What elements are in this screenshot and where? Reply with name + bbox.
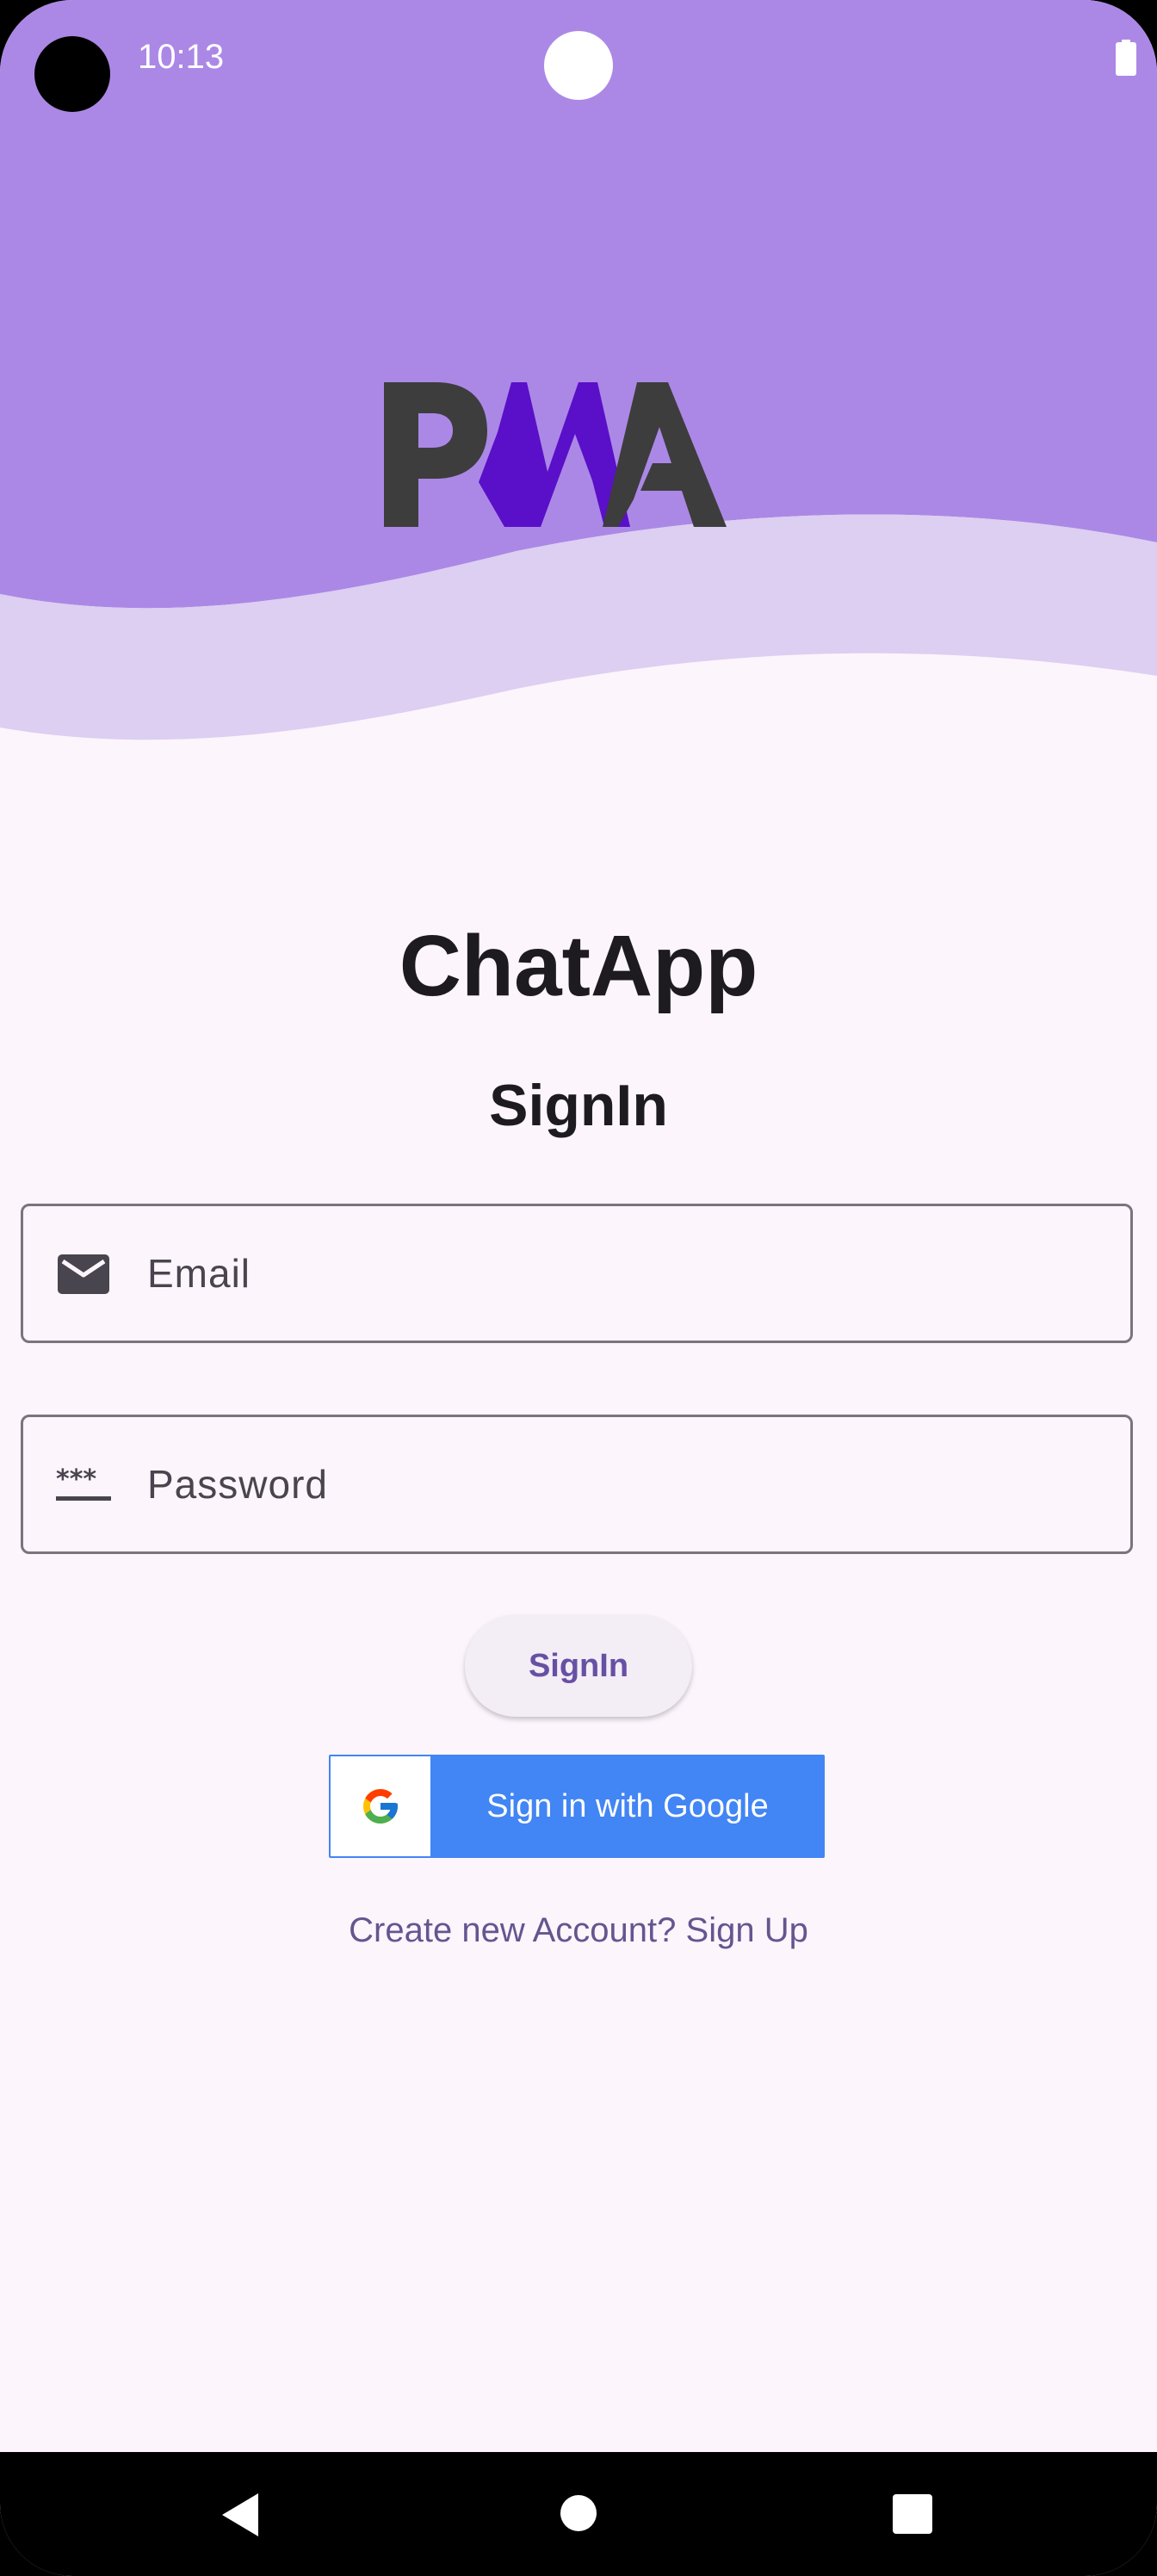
google-logo-box xyxy=(331,1756,430,1856)
password-icon: *** xyxy=(56,1464,111,1501)
home-icon[interactable] xyxy=(560,2495,597,2531)
back-icon[interactable] xyxy=(220,2492,260,2538)
status-time: 10:13 xyxy=(138,38,225,76)
app-screen: 10:13 ChatApp SignIn Email *** Password … xyxy=(0,0,1157,2576)
camera-cutout xyxy=(544,31,613,100)
mail-icon xyxy=(58,1254,109,1294)
pwa-logo xyxy=(384,382,727,527)
battery-icon xyxy=(1116,40,1136,76)
google-signin-label: Sign in with Google xyxy=(486,1787,769,1824)
email-placeholder: Email xyxy=(147,1251,251,1296)
svg-text:***: *** xyxy=(56,1464,96,1495)
google-icon xyxy=(363,1789,398,1824)
google-signin-button[interactable]: Sign in with Google xyxy=(329,1755,825,1858)
password-placeholder: Password xyxy=(147,1462,328,1507)
app-title: ChatApp xyxy=(399,918,758,1014)
recents-icon[interactable] xyxy=(893,2494,932,2534)
password-field[interactable]: *** Password xyxy=(21,1415,1133,1554)
signin-button[interactable]: SignIn xyxy=(465,1615,692,1717)
navigation-bar xyxy=(0,2452,1157,2576)
status-bar: 10:13 xyxy=(0,0,1157,121)
front-camera xyxy=(34,36,110,112)
signup-link[interactable]: Create new Account? Sign Up xyxy=(0,1911,1157,1950)
page-title: SignIn xyxy=(489,1073,668,1138)
email-field[interactable]: Email xyxy=(21,1204,1133,1343)
